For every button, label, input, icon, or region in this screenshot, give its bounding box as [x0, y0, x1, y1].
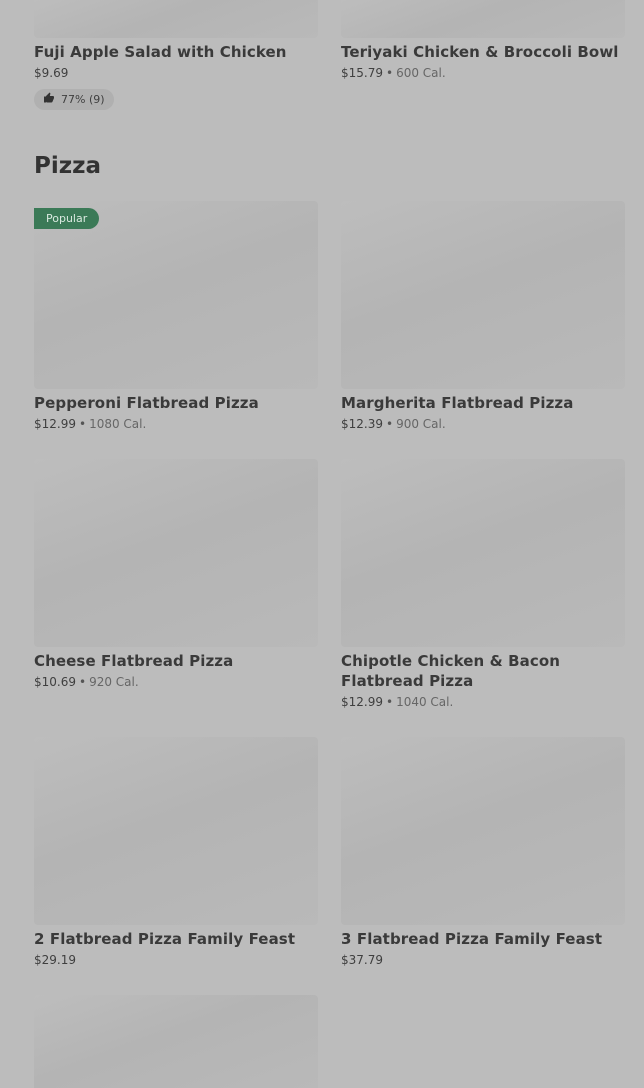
- meta-separator: •: [79, 675, 87, 689]
- item-image: [341, 201, 625, 389]
- item-meta: $37.79: [341, 951, 625, 969]
- meta-separator: •: [386, 417, 394, 431]
- item-image: [34, 0, 318, 38]
- item-name: Cheese Flatbread Pizza: [34, 652, 234, 670]
- item-calories: 1080 Cal.: [89, 417, 147, 431]
- item-price: $29.19: [34, 953, 76, 967]
- section-title: Pizza: [34, 153, 102, 179]
- item-image: [34, 459, 318, 647]
- item-name: Fuji Apple Salad with Chicken: [34, 43, 287, 61]
- item-calories: 600 Cal.: [396, 66, 446, 80]
- item-price: $9.69: [34, 66, 69, 80]
- item-image: [34, 995, 318, 1088]
- rating-text: 77% (9): [61, 93, 105, 106]
- item-name: 2 Flatbread Pizza Family Feast: [34, 930, 296, 948]
- item-image: [34, 737, 318, 925]
- item-meta: $29.19: [34, 951, 318, 969]
- item-price: $12.99: [34, 417, 76, 431]
- item-price: $10.69: [34, 675, 76, 689]
- item-image: [341, 737, 625, 925]
- menu-item-card[interactable]: 3 Flatbread Pizza Family Feast $37.79: [341, 737, 625, 969]
- item-price: $12.99: [341, 695, 383, 709]
- menu-page: Fuji Apple Salad with Chicken $9.69 77% …: [0, 0, 644, 1088]
- item-meta: $15.79 • 600 Cal.: [341, 64, 625, 82]
- meta-separator: •: [386, 66, 394, 80]
- item-calories: 920 Cal.: [89, 675, 139, 689]
- item-name: Teriyaki Chicken & Broccoli Bowl: [341, 43, 619, 61]
- item-name: Chipotle Chicken & Bacon Flatbread Pizza: [341, 652, 561, 690]
- menu-item-card[interactable]: [34, 995, 318, 1088]
- menu-item-card[interactable]: Cheese Flatbread Pizza $10.69 • 920 Cal.: [34, 459, 318, 691]
- item-meta: $12.99 • 1040 Cal.: [341, 693, 625, 711]
- menu-item-card[interactable]: Popular Pepperoni Flatbread Pizza $12.99…: [34, 201, 318, 433]
- item-image: [341, 0, 625, 38]
- item-meta: $9.69: [34, 64, 318, 82]
- item-image: [341, 459, 625, 647]
- menu-item-card[interactable]: Chipotle Chicken & Bacon Flatbread Pizza…: [341, 459, 625, 711]
- meta-separator: •: [79, 417, 87, 431]
- menu-item-card[interactable]: Teriyaki Chicken & Broccoli Bowl $15.79 •…: [341, 0, 625, 82]
- menu-item-card[interactable]: Fuji Apple Salad with Chicken $9.69 77% …: [34, 0, 318, 110]
- item-name: Margherita Flatbread Pizza: [341, 394, 574, 412]
- menu-item-card[interactable]: 2 Flatbread Pizza Family Feast $29.19: [34, 737, 318, 969]
- item-price: $12.39: [341, 417, 383, 431]
- item-calories: 1040 Cal.: [396, 695, 454, 709]
- thumbs-up-icon: [43, 92, 55, 107]
- popular-badge: Popular: [34, 208, 100, 229]
- item-name: 3 Flatbread Pizza Family Feast: [341, 930, 603, 948]
- item-name: Pepperoni Flatbread Pizza: [34, 394, 259, 412]
- rating-badge: 77% (9): [34, 89, 114, 110]
- item-price: $37.79: [341, 953, 383, 967]
- item-meta: $12.39 • 900 Cal.: [341, 415, 625, 433]
- item-meta: $10.69 • 920 Cal.: [34, 673, 318, 691]
- item-calories: 900 Cal.: [396, 417, 446, 431]
- item-price: $15.79: [341, 66, 383, 80]
- meta-separator: •: [386, 695, 394, 709]
- item-image: Popular: [34, 201, 318, 389]
- item-meta: $12.99 • 1080 Cal.: [34, 415, 318, 433]
- menu-item-card[interactable]: Margherita Flatbread Pizza $12.39 • 900 Ca…: [341, 201, 625, 433]
